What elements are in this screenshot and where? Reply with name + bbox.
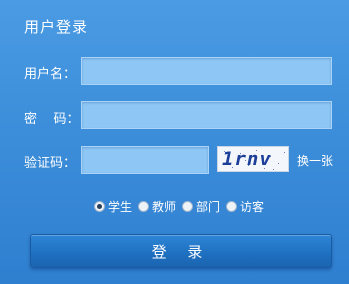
username-field[interactable] (81, 57, 332, 85)
role-student-label: 学生 (108, 200, 133, 214)
captcha-text: 1rnv (222, 148, 272, 170)
password-input[interactable] (82, 102, 331, 128)
role-department[interactable]: 部门 (182, 198, 220, 215)
role-student-radio[interactable] (94, 201, 105, 212)
refresh-captcha-link[interactable]: 换一张 (297, 152, 333, 169)
login-title: 用户登录 (24, 18, 89, 36)
role-teacher-label: 教师 (152, 200, 177, 214)
login-panel: 用户登录 用户名： 密 码： 验证码： 1rnv 换一张 学生 教师 部门 访客… (0, 0, 349, 284)
role-teacher-radio[interactable] (138, 201, 150, 212)
role-department-radio[interactable] (182, 201, 194, 212)
role-visitor-radio[interactable] (226, 201, 238, 212)
username-input[interactable] (82, 58, 331, 84)
role-student[interactable]: 学生 (94, 198, 132, 215)
password-label: 密 码： (24, 112, 80, 127)
captcha-field[interactable] (81, 146, 209, 174)
role-department-label: 部门 (196, 200, 221, 214)
role-teacher[interactable]: 教师 (138, 198, 176, 215)
captcha-image[interactable]: 1rnv (217, 146, 289, 172)
login-button[interactable]: 登 录 (30, 234, 332, 268)
password-field[interactable] (81, 101, 332, 129)
username-label: 用户名： (24, 67, 77, 82)
role-selector: 学生 教师 部门 访客 (94, 198, 264, 215)
captcha-label: 验证码： (24, 156, 77, 171)
role-visitor-label: 访客 (240, 200, 265, 214)
captcha-input[interactable] (82, 147, 208, 173)
role-visitor[interactable]: 访客 (226, 198, 264, 215)
